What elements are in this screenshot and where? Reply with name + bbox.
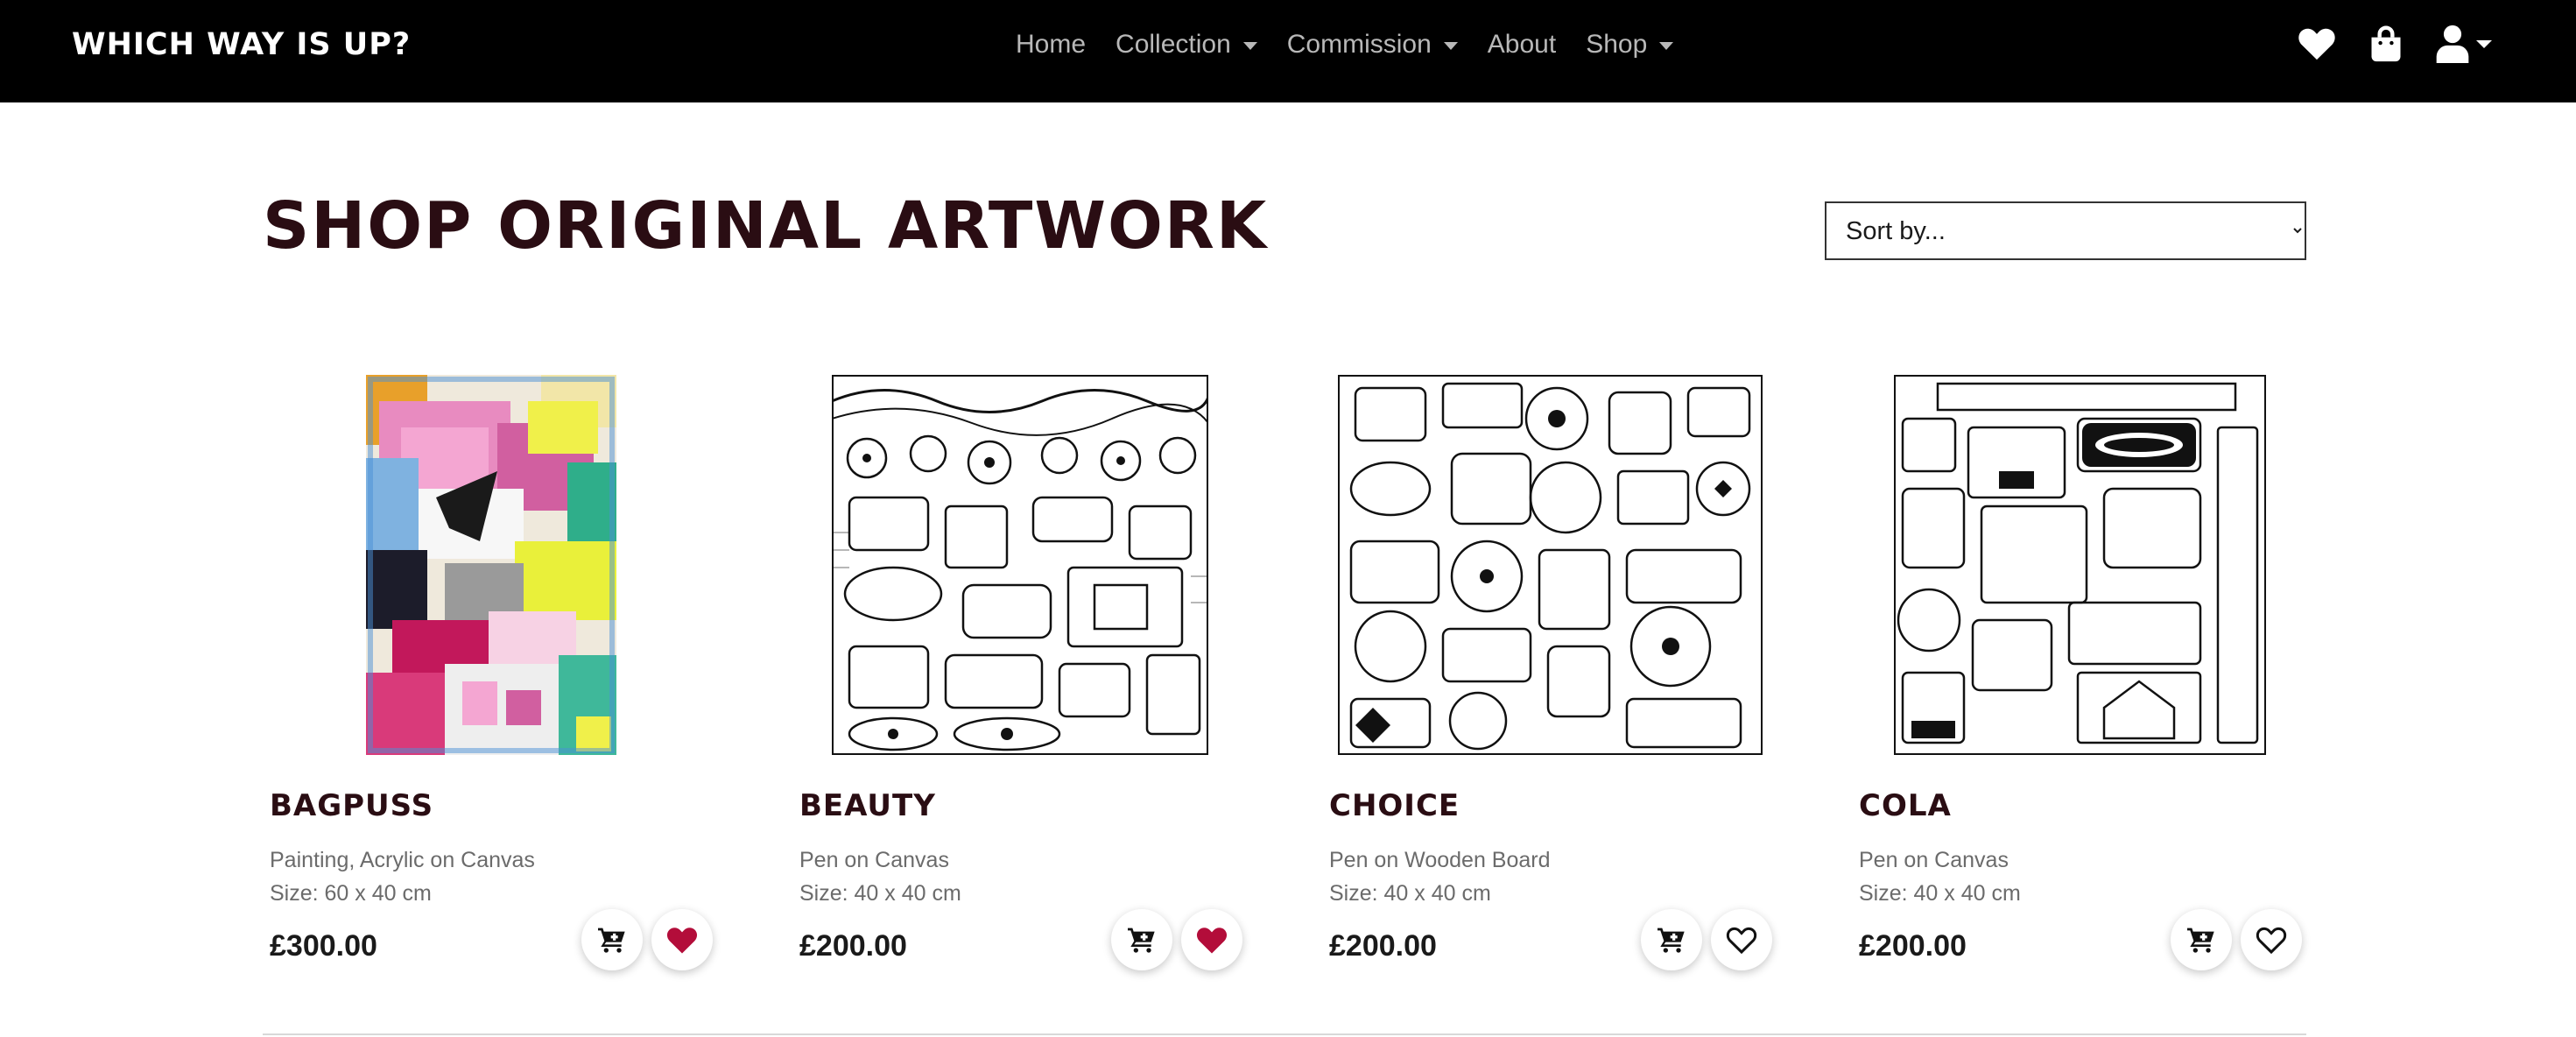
heart-outline-icon	[2256, 927, 2287, 954]
product-size: Size: 40 x 40 cm	[1859, 881, 2021, 906]
nav-links: Home Collection Commission About Shop	[1016, 23, 1674, 67]
product-name[interactable]: BEAUTY	[799, 788, 936, 823]
heart-filled-icon	[1196, 927, 1228, 953]
nav-collection-label: Collection	[1116, 30, 1231, 59]
cart-plus-icon	[598, 928, 625, 953]
caret-down-icon	[1659, 41, 1674, 50]
add-to-cart-button[interactable]	[1111, 909, 1172, 970]
user-icon	[2436, 25, 2469, 63]
product-price: £200.00	[1329, 929, 1437, 963]
favorite-button[interactable]	[651, 909, 713, 970]
nav-shop-label: Shop	[1586, 30, 1648, 59]
heart-filled-icon	[666, 927, 698, 953]
caret-down-icon	[1443, 41, 1458, 50]
product-image-beauty[interactable]	[832, 375, 1208, 755]
artwork-doodle-image	[1894, 375, 2266, 755]
favorite-button[interactable]	[1181, 909, 1242, 970]
nav-shop-dropdown[interactable]: Shop	[1586, 23, 1674, 67]
heart-outline-icon	[1726, 927, 1757, 954]
product-price: £300.00	[270, 929, 377, 963]
product-size: Size: 40 x 40 cm	[1329, 881, 1491, 906]
nav-commission-dropdown[interactable]: Commission	[1287, 23, 1458, 67]
product-price: £200.00	[1859, 929, 1967, 963]
product-card-beauty: BEAUTY Pen on Canvas Size: 40 x 40 cm £2…	[792, 375, 1283, 988]
product-name[interactable]: CHOICE	[1329, 788, 1460, 823]
product-card-bagpuss: BAGPUSS Painting, Acrylic on Canvas Size…	[263, 375, 753, 988]
page-title: SHOP ORIGINAL ARTWORK	[263, 188, 1269, 264]
cart-plus-icon	[1658, 928, 1685, 953]
product-image-cola[interactable]	[1894, 375, 2266, 755]
nav-icons	[2298, 21, 2492, 67]
product-description: Pen on Wooden Board	[1329, 848, 1551, 872]
wishlist-button[interactable]	[2298, 26, 2336, 61]
add-to-cart-button[interactable]	[581, 909, 643, 970]
product-name[interactable]: COLA	[1859, 788, 1952, 823]
product-image-bagpuss[interactable]	[366, 375, 616, 755]
product-image-choice[interactable]	[1338, 375, 1763, 755]
navbar: WHICH WAY IS UP? Home Collection Commiss…	[0, 0, 2576, 102]
nav-home[interactable]: Home	[1016, 23, 1086, 67]
sort-select[interactable]: Sort by...	[1825, 201, 2306, 260]
product-size: Size: 60 x 40 cm	[270, 881, 432, 906]
nav-commission-label: Commission	[1286, 30, 1432, 59]
caret-down-icon	[1242, 41, 1257, 50]
favorite-button[interactable]	[1711, 909, 1772, 970]
brand-logo[interactable]: WHICH WAY IS UP?	[72, 23, 411, 67]
nav-about[interactable]: About	[1488, 23, 1556, 67]
favorite-button[interactable]	[2241, 909, 2302, 970]
product-size: Size: 40 x 40 cm	[799, 881, 961, 906]
nav-home-label: Home	[1016, 30, 1087, 59]
artwork-doodle-image	[832, 375, 1208, 755]
product-description: Pen on Canvas	[799, 848, 949, 872]
heart-icon	[2298, 28, 2335, 60]
user-menu-dropdown[interactable]	[2436, 25, 2492, 63]
cart-plus-icon	[2187, 928, 2214, 953]
product-name[interactable]: BAGPUSS	[270, 788, 433, 823]
nav-about-label: About	[1487, 30, 1557, 59]
product-card-choice: CHOICE Pen on Wooden Board Size: 40 x 40…	[1322, 375, 1812, 988]
section-divider	[263, 1033, 2306, 1035]
caret-down-icon	[2476, 39, 2492, 48]
cart-plus-icon	[1128, 928, 1155, 953]
cart-bag-button[interactable]	[2369, 25, 2403, 63]
shopping-bag-icon	[2371, 25, 2401, 62]
product-description: Painting, Acrylic on Canvas	[270, 848, 535, 872]
add-to-cart-button[interactable]	[2171, 909, 2232, 970]
product-price: £200.00	[799, 929, 907, 963]
nav-collection-dropdown[interactable]: Collection	[1116, 23, 1257, 67]
add-to-cart-button[interactable]	[1641, 909, 1702, 970]
product-description: Pen on Canvas	[1859, 848, 2009, 872]
artwork-painting-image	[366, 375, 616, 755]
artwork-doodle-image	[1338, 375, 1763, 755]
product-card-cola: COLA Pen on Canvas Size: 40 x 40 cm £200…	[1852, 375, 2342, 988]
